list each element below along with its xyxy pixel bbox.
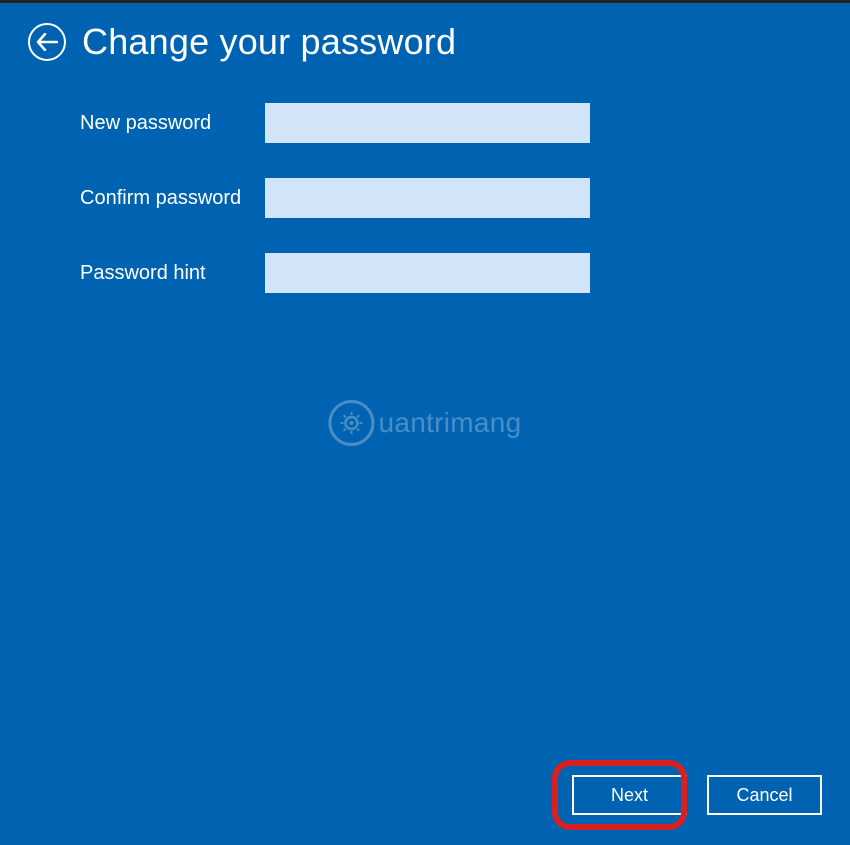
back-arrow-icon bbox=[36, 33, 58, 51]
watermark-text: uantrimang bbox=[378, 407, 521, 439]
next-button[interactable]: Next bbox=[572, 775, 687, 815]
back-button[interactable] bbox=[28, 23, 66, 61]
confirm-password-input[interactable] bbox=[265, 178, 590, 218]
password-form: New password Confirm password Password h… bbox=[0, 81, 850, 293]
confirm-password-label: Confirm password bbox=[80, 187, 265, 210]
new-password-label: New password bbox=[80, 112, 265, 135]
new-password-input[interactable] bbox=[265, 103, 590, 143]
watermark-icon bbox=[328, 400, 374, 446]
page-title: Change your password bbox=[82, 21, 456, 63]
password-hint-input[interactable] bbox=[265, 253, 590, 293]
password-hint-label: Password hint bbox=[80, 262, 265, 285]
watermark: uantrimang bbox=[328, 400, 521, 446]
cancel-button[interactable]: Cancel bbox=[707, 775, 822, 815]
